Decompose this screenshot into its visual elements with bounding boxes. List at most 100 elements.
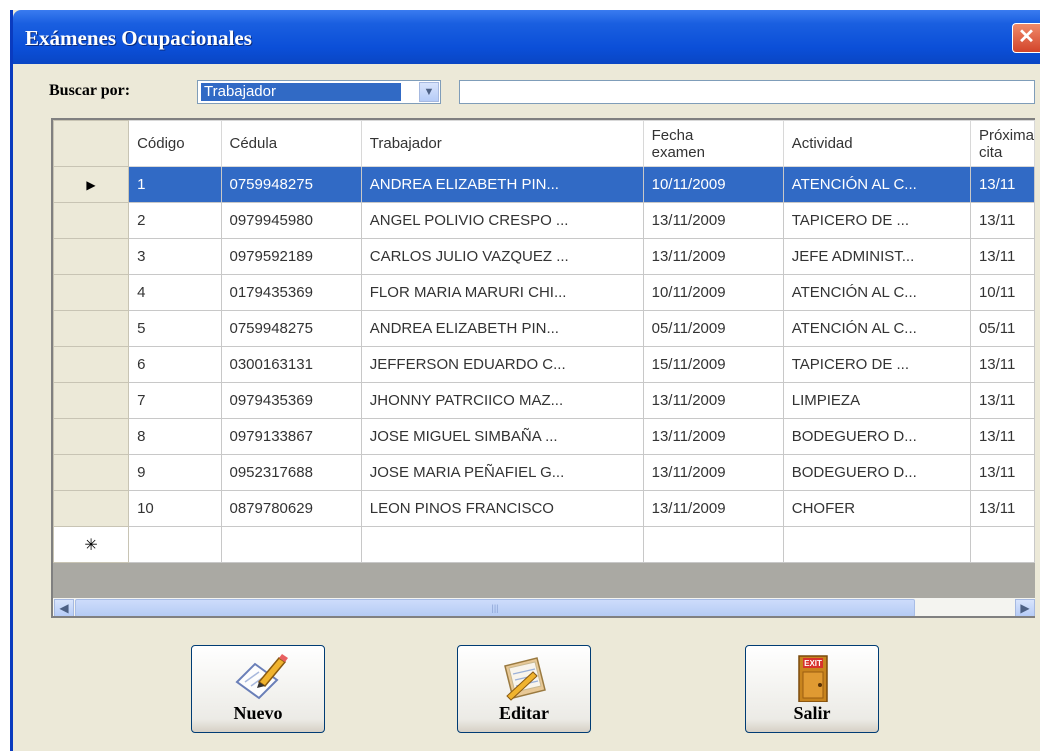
- table-cell[interactable]: 0300163131: [220, 346, 362, 383]
- table-cell[interactable]: 9: [128, 454, 222, 491]
- table-cell[interactable]: ANDREA ELIZABETH PIN...: [360, 166, 644, 203]
- table-cell[interactable]: 0879780629: [220, 490, 362, 527]
- table-cell[interactable]: 0979592189: [220, 238, 362, 275]
- table-cell[interactable]: [782, 526, 971, 563]
- table-cell[interactable]: [360, 526, 644, 563]
- horizontal-scrollbar[interactable]: ◀ ||| ▶: [53, 598, 1035, 616]
- table-cell[interactable]: 1: [128, 166, 222, 203]
- table-cell[interactable]: 0759948275: [220, 310, 362, 347]
- row-header[interactable]: [53, 490, 130, 527]
- row-header[interactable]: [53, 238, 130, 275]
- table-cell[interactable]: 0979435369: [220, 382, 362, 419]
- table-cell[interactable]: ANDREA ELIZABETH PIN...: [360, 310, 644, 347]
- table-cell[interactable]: LIMPIEZA: [782, 382, 971, 419]
- table-cell[interactable]: 0952317688: [220, 454, 362, 491]
- column-header-fecha-examen[interactable]: Fecha examen: [642, 120, 784, 167]
- exit-button[interactable]: EXIT Salir: [745, 645, 879, 733]
- row-header[interactable]: [53, 274, 130, 311]
- table-cell[interactable]: 13/11: [969, 382, 1035, 419]
- scroll-left-icon[interactable]: ◀: [54, 599, 74, 616]
- row-header[interactable]: ▶: [53, 166, 130, 203]
- table-cell[interactable]: 10: [128, 490, 222, 527]
- edit-button[interactable]: Editar: [457, 645, 591, 733]
- table-cell[interactable]: BODEGUERO D...: [782, 418, 971, 455]
- table-row[interactable]: 4 0179435369 FLOR MARIA MARURI CHI... 10/11…: [53, 274, 1035, 311]
- scroll-right-icon[interactable]: ▶: [1015, 599, 1035, 616]
- table-cell[interactable]: 4: [128, 274, 222, 311]
- search-field-select[interactable]: Trabajador ▼: [197, 80, 441, 104]
- table-cell[interactable]: 13/11/2009: [642, 490, 784, 527]
- table-cell[interactable]: 05/11: [969, 310, 1035, 347]
- table-cell[interactable]: 13/11: [969, 454, 1035, 491]
- table-row[interactable]: 9 0952317688 JOSE MARIA PEÑAFIEL G... 13/11…: [53, 454, 1035, 491]
- table-cell[interactable]: 8: [128, 418, 222, 455]
- column-header-trabajador[interactable]: Trabajador: [360, 120, 644, 167]
- table-cell[interactable]: 10/11/2009: [642, 274, 784, 311]
- table-row[interactable]: 2 0979945980 ANGEL POLIVIO CRESPO ... 13/11…: [53, 202, 1035, 239]
- table-cell[interactable]: TAPICERO DE ...: [782, 346, 971, 383]
- table-cell[interactable]: 13/11/2009: [642, 382, 784, 419]
- table-row[interactable]: 5 0759948275 ANDREA ELIZABETH PIN... 05/11/…: [53, 310, 1035, 347]
- column-header-proxima-cita[interactable]: Próxima cita: [969, 120, 1035, 167]
- table-cell[interactable]: 0179435369: [220, 274, 362, 311]
- new-row[interactable]: ✳: [53, 526, 1035, 563]
- table-row[interactable]: 10 0879780629 LEON PINOS FRANCISCO 13/11/20…: [53, 490, 1035, 527]
- scrollbar-thumb[interactable]: |||: [75, 599, 915, 616]
- table-cell[interactable]: 13/11: [969, 490, 1035, 527]
- row-header[interactable]: [53, 310, 130, 347]
- table-cell[interactable]: 05/11/2009: [642, 310, 784, 347]
- table-cell[interactable]: [128, 526, 222, 563]
- table-cell[interactable]: 6: [128, 346, 222, 383]
- table-cell[interactable]: 13/11: [969, 418, 1035, 455]
- table-cell[interactable]: 13/11: [969, 346, 1035, 383]
- table-cell[interactable]: BODEGUERO D...: [782, 454, 971, 491]
- table-row[interactable]: 7 0979435369 JHONNY PATRCIICO MAZ... 13/11/…: [53, 382, 1035, 419]
- table-cell[interactable]: 13/11: [969, 238, 1035, 275]
- table-cell[interactable]: FLOR MARIA MARURI CHI...: [360, 274, 644, 311]
- table-cell[interactable]: ATENCIÓN AL C...: [782, 310, 971, 347]
- table-cell[interactable]: ANGEL POLIVIO CRESPO ...: [360, 202, 644, 239]
- table-row[interactable]: 6 0300163131 JEFFERSON EDUARDO C... 15/11/2…: [53, 346, 1035, 383]
- table-cell[interactable]: 13/11/2009: [642, 454, 784, 491]
- table-cell[interactable]: ATENCIÓN AL C...: [782, 166, 971, 203]
- close-button[interactable]: ✕: [1012, 23, 1040, 53]
- table-cell[interactable]: [220, 526, 362, 563]
- table-cell[interactable]: JOSE MARIA PEÑAFIEL G...: [360, 454, 644, 491]
- table-row[interactable]: 3 0979592189 CARLOS JULIO VAZQUEZ ... 13/11…: [53, 238, 1035, 275]
- table-cell[interactable]: 13/11: [969, 166, 1035, 203]
- column-header-codigo[interactable]: Código: [128, 120, 222, 167]
- column-header-cedula[interactable]: Cédula: [220, 120, 362, 167]
- table-cell[interactable]: JOSE MIGUEL SIMBAÑA ...: [360, 418, 644, 455]
- chevron-down-icon[interactable]: ▼: [419, 82, 439, 102]
- table-cell[interactable]: TAPICERO DE ...: [782, 202, 971, 239]
- table-row[interactable]: 8 0979133867 JOSE MIGUEL SIMBAÑA ... 13/11/…: [53, 418, 1035, 455]
- table-cell[interactable]: 2: [128, 202, 222, 239]
- row-header[interactable]: [53, 346, 130, 383]
- new-button[interactable]: Nuevo: [191, 645, 325, 733]
- table-cell[interactable]: [642, 526, 784, 563]
- search-input[interactable]: [459, 80, 1035, 104]
- table-cell[interactable]: JEFFERSON EDUARDO C...: [360, 346, 644, 383]
- table-cell[interactable]: 0759948275: [220, 166, 362, 203]
- table-cell[interactable]: CARLOS JULIO VAZQUEZ ...: [360, 238, 644, 275]
- table-cell[interactable]: 0979945980: [220, 202, 362, 239]
- table-cell[interactable]: 13/11/2009: [642, 238, 784, 275]
- table-cell[interactable]: ATENCIÓN AL C...: [782, 274, 971, 311]
- column-header-actividad[interactable]: Actividad: [782, 120, 971, 167]
- table-cell[interactable]: JEFE ADMINIST...: [782, 238, 971, 275]
- row-header[interactable]: [53, 202, 130, 239]
- table-cell[interactable]: [969, 526, 1035, 563]
- table-cell[interactable]: 10/11/2009: [642, 166, 784, 203]
- table-cell[interactable]: 5: [128, 310, 222, 347]
- table-cell[interactable]: 15/11/2009: [642, 346, 784, 383]
- table-cell[interactable]: 13/11/2009: [642, 202, 784, 239]
- row-header[interactable]: [53, 454, 130, 491]
- table-cell[interactable]: 3: [128, 238, 222, 275]
- table-cell[interactable]: 10/11: [969, 274, 1035, 311]
- table-cell[interactable]: 0979133867: [220, 418, 362, 455]
- table-cell[interactable]: LEON PINOS FRANCISCO: [360, 490, 644, 527]
- table-cell[interactable]: 13/11: [969, 202, 1035, 239]
- table-cell[interactable]: 7: [128, 382, 222, 419]
- row-header[interactable]: [53, 418, 130, 455]
- row-header[interactable]: ✳: [53, 526, 130, 563]
